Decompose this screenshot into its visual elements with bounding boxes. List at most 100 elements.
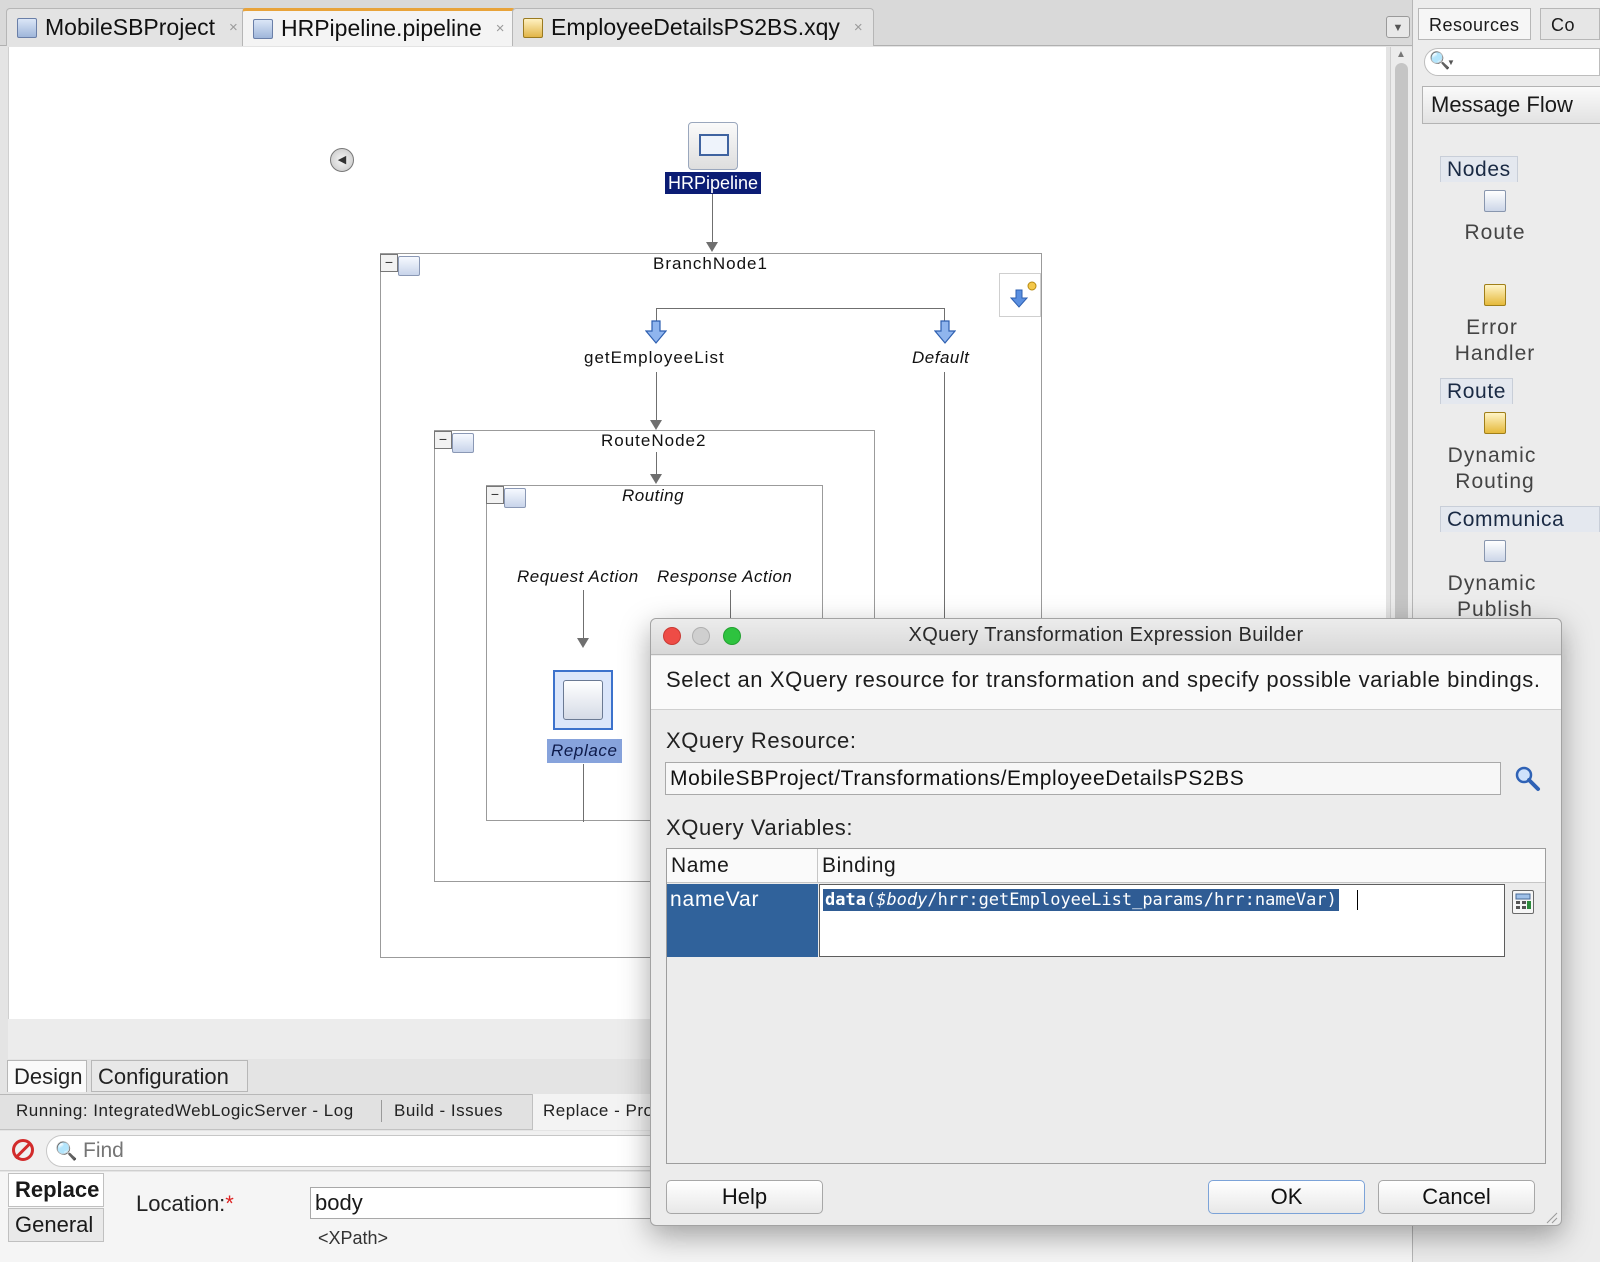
dynamic-routing-icon[interactable] [1484, 412, 1506, 434]
connector-arrow [650, 474, 662, 484]
branch-label-getemployeelist[interactable]: getEmployeeList [584, 348, 725, 368]
routing-icon [504, 488, 526, 508]
tab-running-log[interactable]: Running: IntegratedWebLogicServer - Log [6, 1094, 364, 1130]
connector-arrow [577, 638, 589, 648]
tab-label: EmployeeDetailsPS2BS.xqy [551, 14, 840, 40]
section-nodes[interactable]: Nodes [1440, 156, 1518, 182]
request-action-label: Request Action [517, 567, 639, 586]
tab-label: HRPipeline.pipeline [281, 15, 482, 41]
connector-line [656, 372, 657, 420]
find-box[interactable]: 🔍 [46, 1135, 666, 1167]
binding-open-paren: ( [865, 890, 877, 910]
pipeline-label[interactable]: HRPipeline [665, 172, 762, 194]
route-node-icon[interactable] [1484, 190, 1506, 212]
stop-icon[interactable] [12, 1139, 34, 1161]
tab-label: MobileSBProject [45, 14, 216, 40]
connector-arrow [706, 242, 718, 252]
tab-hrpipeline[interactable]: HRPipeline.pipeline × [242, 8, 516, 46]
connector-line [583, 764, 584, 822]
close-icon[interactable]: × [854, 19, 863, 36]
binding-expression[interactable]: data($body/hrr:getEmployeeList_params/hr… [823, 889, 1339, 911]
binding-path: /hrr:getEmployeeList_params/hrr:nameVar [927, 890, 1327, 910]
palette-item-dynamic-publish[interactable]: Dynamic [1412, 571, 1572, 597]
branch-node-label: BranchNode1 [653, 254, 768, 273]
close-icon[interactable]: × [496, 20, 505, 37]
xquery-variables-label: XQuery Variables: [666, 815, 854, 840]
collapse-toggle-icon[interactable]: − [486, 486, 504, 504]
tab-divider [381, 1100, 382, 1122]
palette-item-error-handler[interactable]: Error [1412, 315, 1572, 341]
prop-tab-general[interactable]: General [8, 1208, 104, 1242]
palette-item-error-handler-line2[interactable]: Handler [1415, 341, 1575, 367]
section-route[interactable]: Route [1440, 378, 1514, 404]
xquery-file-icon [523, 17, 543, 38]
replace-action-label[interactable]: Replace [547, 739, 622, 763]
text-caret [1357, 890, 1358, 910]
tab-replace-properties[interactable]: Replace - Pro [532, 1094, 662, 1130]
branch-arrow-icon [934, 320, 956, 344]
help-button[interactable]: Help [666, 1180, 823, 1214]
binding-function: data [825, 890, 866, 910]
palette-item-dynamic-routing-line2[interactable]: Routing [1415, 469, 1575, 495]
replace-action-icon[interactable] [553, 670, 613, 730]
xpath-label: <XPath> [318, 1228, 389, 1248]
resize-grip-icon[interactable] [1544, 1210, 1558, 1224]
palette-item-dynamic-routing[interactable]: Dynamic [1412, 443, 1572, 469]
response-action-label: Response Action [657, 567, 793, 586]
connector-line [944, 372, 945, 622]
palette-item-route[interactable]: Route [1415, 220, 1575, 246]
palette-search[interactable]: 🔍 ▼ [1424, 48, 1600, 76]
collapse-toggle-icon[interactable]: − [434, 431, 452, 449]
route-node-label: RouteNode2 [601, 431, 707, 450]
tab-resources[interactable]: Resources [1418, 8, 1531, 40]
dynamic-publish-icon[interactable] [1484, 540, 1506, 562]
message-flow-dropdown[interactable]: Message Flow [1422, 86, 1600, 124]
branch-node-icon [398, 256, 420, 276]
location-input[interactable]: body [310, 1187, 670, 1219]
column-header-name[interactable]: Name [667, 849, 818, 883]
scroll-up-icon[interactable]: ▲ [1396, 49, 1406, 60]
add-branch-button[interactable] [999, 273, 1041, 317]
connector-line [656, 452, 657, 474]
tab-components[interactable]: Co [1540, 8, 1600, 40]
expression-editor-icon[interactable] [1512, 890, 1534, 914]
location-label-text: Location: [136, 1191, 226, 1216]
cancel-button[interactable]: Cancel [1378, 1180, 1535, 1214]
find-input[interactable] [81, 1139, 641, 1163]
connector-arrow [650, 420, 662, 430]
error-handler-icon[interactable] [1484, 284, 1506, 306]
add-branch-icon [1009, 281, 1037, 308]
pipeline-icon [253, 18, 273, 39]
ok-button[interactable]: OK [1208, 1180, 1365, 1214]
section-communication[interactable]: Communica [1440, 506, 1600, 532]
branch-arrow-icon [645, 320, 667, 344]
calculator-icon [1515, 893, 1531, 909]
connector-line [712, 194, 713, 242]
tab-overflow-chevron-icon[interactable]: ▼ [1386, 16, 1410, 38]
required-marker: * [225, 1191, 234, 1216]
pipeline-envelope-icon[interactable] [688, 122, 738, 170]
collapse-toggle-icon[interactable]: − [380, 254, 398, 272]
close-icon[interactable]: × [229, 19, 238, 36]
dialog-description: Select an XQuery resource for transforma… [666, 667, 1541, 692]
browse-search-icon[interactable] [1513, 764, 1541, 792]
connector-line [730, 590, 731, 620]
variable-name-cell[interactable]: nameVar [667, 884, 818, 957]
xquery-resource-input[interactable]: MobileSBProject/Transformations/Employee… [665, 762, 1501, 795]
tab-build-issues[interactable]: Build - Issues [384, 1094, 513, 1130]
project-icon [17, 17, 37, 38]
prop-tab-replace[interactable]: Replace [8, 1173, 104, 1207]
routing-label: Routing [622, 486, 685, 505]
xquery-resource-label: XQuery Resource: [666, 728, 857, 753]
tab-configuration[interactable]: Configuration [91, 1060, 248, 1092]
tab-mobilesbproject[interactable]: MobileSBProject × [6, 8, 249, 46]
scrollbar-thumb[interactable] [1395, 63, 1408, 643]
tab-design[interactable]: Design [7, 1060, 87, 1092]
branch-label-default[interactable]: Default [912, 348, 969, 368]
column-header-binding[interactable]: Binding [818, 849, 1545, 883]
tab-employeedetails-xqy[interactable]: EmployeeDetailsPS2BS.xqy × [512, 8, 874, 46]
connector-line [583, 590, 584, 638]
collapse-left-icon[interactable]: ◀ [330, 148, 354, 172]
binding-variable: $body [876, 890, 928, 910]
search-icon: 🔍 [55, 1141, 78, 1161]
